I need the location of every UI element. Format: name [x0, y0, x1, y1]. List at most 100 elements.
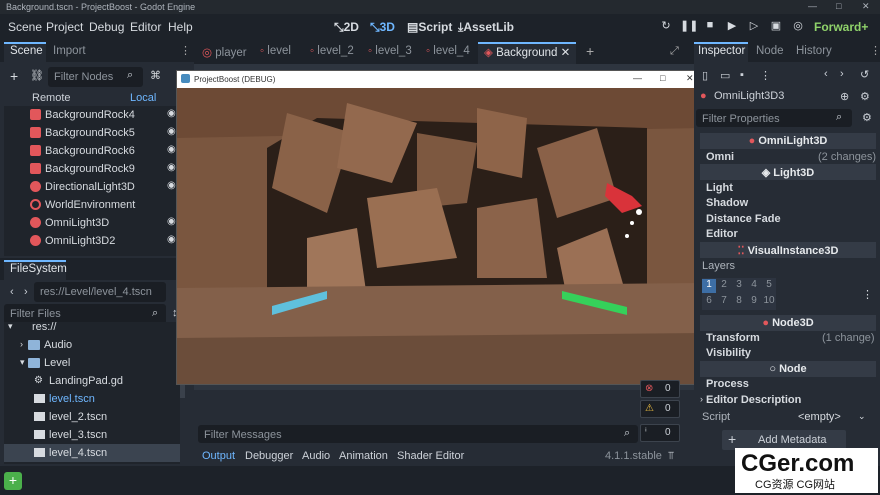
- shadow-group[interactable]: Shadow: [700, 196, 880, 212]
- forward-icon[interactable]: ›: [24, 286, 28, 298]
- minimize-icon[interactable]: —: [808, 1, 817, 11]
- tab-player[interactable]: ◎ player: [202, 45, 247, 59]
- info-counter[interactable]: ⁱ0: [640, 424, 680, 442]
- layer-toggle[interactable]: 5: [762, 279, 776, 293]
- remote-debug-icon[interactable]: ◎: [790, 19, 806, 35]
- visibility-group[interactable]: Visibility: [700, 346, 880, 362]
- tab-background[interactable]: ◈ Background ✕: [484, 45, 570, 59]
- tab-history[interactable]: History: [796, 45, 832, 57]
- path-input[interactable]: res://Level/level_4.tscn: [34, 282, 166, 302]
- chevron-down-icon[interactable]: ⌄: [858, 411, 866, 422]
- list-item[interactable]: ⚙ LandingPad.gd: [4, 372, 180, 390]
- list-item[interactable]: level_4.tscn: [4, 444, 180, 462]
- workspace-2d-button[interactable]: ⤡2D: [334, 20, 359, 35]
- property-menu-icon[interactable]: ⚙: [862, 111, 872, 124]
- add-node-icon[interactable]: +: [10, 68, 18, 84]
- layer-toggle[interactable]: 3: [732, 279, 746, 293]
- visibility-icon[interactable]: ◉: [167, 144, 176, 155]
- tab-level-4[interactable]: ◦ level_4: [426, 45, 470, 57]
- filter-properties-input[interactable]: Filter Properties: [696, 109, 852, 127]
- tab-filesystem[interactable]: FileSystem: [10, 263, 67, 275]
- tab-level[interactable]: ◦ level: [260, 45, 291, 57]
- script-value[interactable]: <empty>: [798, 411, 841, 423]
- open-resource-icon[interactable]: ▭: [720, 69, 730, 82]
- play-scene-icon[interactable]: ▶: [724, 19, 740, 35]
- remote-tab[interactable]: Remote: [32, 92, 71, 104]
- layer-toggle[interactable]: 10: [762, 295, 776, 309]
- tree-node[interactable]: WorldEnvironment: [4, 196, 180, 214]
- pin-icon[interactable]: ⫪: [668, 450, 674, 463]
- tree-node[interactable]: OmniLight3D ◉: [4, 214, 180, 232]
- local-tab[interactable]: Local: [130, 92, 156, 104]
- tab-level-2[interactable]: ◦ level_2: [310, 45, 354, 57]
- play-custom-icon[interactable]: ▷: [746, 19, 762, 35]
- tab-level-3[interactable]: ◦ level_3: [368, 45, 412, 57]
- back-icon[interactable]: ‹: [824, 68, 828, 80]
- save-resource-icon[interactable]: ▪: [740, 69, 744, 81]
- layers-grid[interactable]: 1 2 3 4 5 6 7 8 9 10: [702, 278, 776, 310]
- add-metadata-button[interactable]: + Add Metadata: [722, 430, 846, 450]
- tab-node[interactable]: Node: [756, 45, 784, 57]
- tree-node[interactable]: DirectionalLight3D ◉: [4, 178, 180, 196]
- section-node[interactable]: ○ Node: [700, 361, 876, 377]
- tab-scene[interactable]: Scene: [10, 45, 43, 57]
- editor-description-group[interactable]: › Editor Description: [700, 393, 880, 409]
- filter-messages-input[interactable]: Filter Messages: [198, 425, 638, 443]
- tab-inspector[interactable]: Inspector: [698, 45, 745, 57]
- layer-toggle[interactable]: 8: [732, 295, 746, 309]
- visibility-icon[interactable]: ◉: [167, 234, 176, 245]
- distance-fade-group[interactable]: Distance Fade: [700, 212, 880, 228]
- tab-import[interactable]: Import: [53, 45, 86, 57]
- dock-menu-icon[interactable]: ⋮: [180, 44, 191, 57]
- dock-menu-icon[interactable]: ⋮: [870, 44, 880, 57]
- tab-animation[interactable]: Animation: [339, 450, 388, 462]
- renderer-select[interactable]: Forward+: [814, 20, 868, 34]
- list-item[interactable]: level_2.tscn: [4, 408, 180, 426]
- visibility-icon[interactable]: ◉: [167, 180, 176, 191]
- light-group[interactable]: Light: [700, 181, 880, 197]
- node-history-icon[interactable]: ⊕: [840, 90, 849, 103]
- visibility-icon[interactable]: ◉: [167, 216, 176, 227]
- list-item[interactable]: level.tscn: [4, 390, 180, 408]
- tree-node[interactable]: BackgroundRock6 ◉: [4, 142, 180, 160]
- layers-menu-icon[interactable]: ⋮: [862, 288, 873, 301]
- tree-node[interactable]: BackgroundRock9 ◉: [4, 160, 180, 178]
- close-tab-icon[interactable]: ✕: [561, 47, 571, 59]
- menu-help[interactable]: Help: [168, 20, 193, 34]
- movie-icon[interactable]: ▣: [768, 19, 784, 35]
- error-counter[interactable]: ⊗ 0: [640, 380, 680, 398]
- history-icon[interactable]: ↺: [860, 68, 869, 81]
- visibility-icon[interactable]: ◉: [167, 162, 176, 173]
- warning-counter[interactable]: ⚠ 0: [640, 400, 680, 418]
- restart-icon[interactable]: ↻: [658, 19, 674, 35]
- tab-shader-editor[interactable]: Shader Editor: [397, 450, 464, 462]
- link-icon[interactable]: ⛓: [30, 69, 44, 82]
- close-icon[interactable]: ✕: [686, 73, 694, 84]
- tree-node[interactable]: BackgroundRock5 ◉: [4, 124, 180, 142]
- section-omnilight3d[interactable]: ● OmniLight3D: [700, 133, 876, 149]
- tree-node[interactable]: OmniLight3D2 ◉: [4, 232, 180, 250]
- workspace-3d-button[interactable]: ⤡3D: [370, 20, 395, 35]
- distraction-free-icon[interactable]: ⤢: [670, 45, 679, 58]
- object-menu-icon[interactable]: ⚙: [860, 90, 870, 103]
- editor-group[interactable]: Editor: [700, 227, 880, 243]
- list-item[interactable]: ▾ Level: [4, 354, 180, 372]
- list-item[interactable]: › Audio: [4, 336, 180, 354]
- layer-toggle[interactable]: 2: [717, 279, 731, 293]
- layer-toggle[interactable]: 4: [747, 279, 761, 293]
- menu-editor[interactable]: Editor: [130, 20, 161, 34]
- new-resource-icon[interactable]: ▯: [702, 69, 708, 82]
- back-icon[interactable]: ‹: [10, 286, 14, 298]
- layer-toggle[interactable]: 7: [717, 295, 731, 309]
- menu-debug[interactable]: Debug: [89, 20, 124, 34]
- stop-icon[interactable]: ■: [702, 19, 718, 35]
- visibility-icon[interactable]: ◉: [167, 108, 176, 119]
- resource-menu-icon[interactable]: ⋮: [760, 69, 771, 82]
- add-tab-icon[interactable]: +: [586, 43, 594, 59]
- list-item[interactable]: level_3.tscn: [4, 426, 180, 444]
- section-node3d[interactable]: ● Node3D: [700, 315, 876, 331]
- update-spinner-icon[interactable]: +: [4, 472, 22, 490]
- process-group[interactable]: Process: [700, 377, 880, 393]
- tab-output[interactable]: Output: [202, 450, 235, 462]
- maximize-icon[interactable]: □: [836, 1, 841, 11]
